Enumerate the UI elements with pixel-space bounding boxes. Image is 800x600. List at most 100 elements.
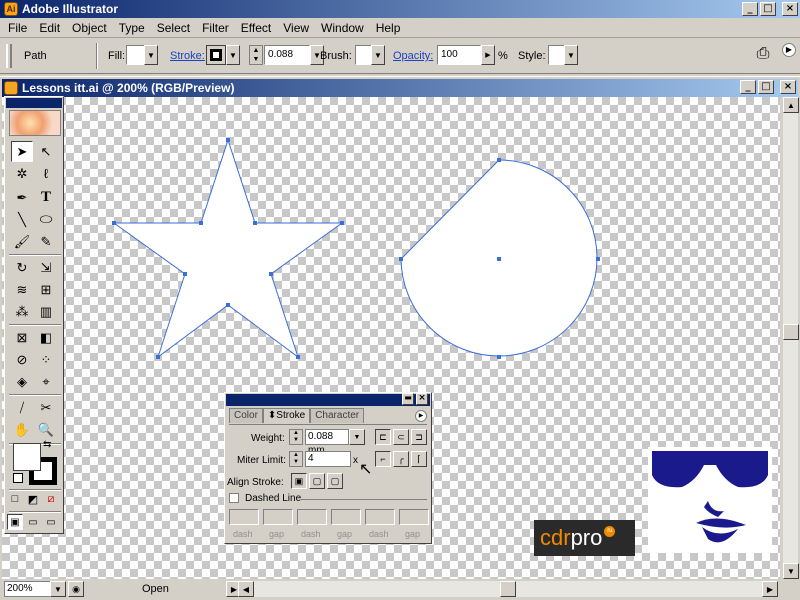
- symbol-sprayer-tool-icon[interactable]: ⁂: [11, 301, 33, 322]
- control-menu-icon[interactable]: ▶: [782, 43, 796, 57]
- scroll-down-icon[interactable]: ▼: [783, 563, 799, 579]
- scroll-left-icon[interactable]: ◀: [238, 581, 254, 597]
- document-setup-icon[interactable]: ⎙: [752, 45, 774, 67]
- mesh-tool-icon[interactable]: ⊠: [11, 327, 33, 348]
- weight-dropdown-icon[interactable]: ▼: [349, 429, 365, 445]
- panel-minimize-icon[interactable]: ▬: [402, 393, 414, 405]
- standard-screen-mode-icon[interactable]: ▣: [7, 514, 23, 530]
- minimize-icon[interactable]: _: [742, 2, 758, 16]
- live-paint-selection-tool-icon[interactable]: ⌖: [35, 371, 57, 392]
- menu-file[interactable]: File: [2, 21, 33, 35]
- gradient-tool-icon[interactable]: ◧: [35, 327, 57, 348]
- menu-window[interactable]: Window: [315, 21, 370, 35]
- panel-menu-icon[interactable]: ▶: [415, 410, 427, 422]
- dash-field-3[interactable]: [365, 509, 395, 525]
- illustrator-flower-logo[interactable]: [9, 110, 61, 136]
- none-mode-icon[interactable]: ⧄: [43, 491, 59, 507]
- menu-type[interactable]: Type: [113, 21, 151, 35]
- gap-field-2[interactable]: [331, 509, 361, 525]
- tab-character[interactable]: Character: [310, 408, 365, 423]
- stroke-panel-header[interactable]: ▬ ×: [226, 393, 430, 406]
- scale-tool-icon[interactable]: ⇲: [35, 257, 57, 278]
- brush-dropdown-icon[interactable]: ▼: [371, 45, 385, 65]
- opacity-field[interactable]: 100: [437, 45, 481, 65]
- dash-field-2[interactable]: [297, 509, 327, 525]
- stroke-dropdown-icon[interactable]: ▼: [226, 45, 240, 65]
- opacity-slider-icon[interactable]: ▶: [481, 45, 495, 65]
- weight-spinner-icon[interactable]: ▲ ▼: [289, 429, 303, 445]
- weight-field[interactable]: 0.088 mm: [305, 429, 349, 456]
- doc-minimize-icon[interactable]: _: [740, 80, 756, 94]
- gradient-mode-icon[interactable]: ◩: [25, 491, 41, 507]
- direct-selection-tool-icon[interactable]: ↖: [35, 141, 57, 162]
- horizontal-scroll-thumb[interactable]: [500, 581, 516, 597]
- align-center-icon[interactable]: ▣: [291, 473, 307, 489]
- round-join-icon[interactable]: ╭: [393, 451, 409, 467]
- stroke-weight-spinner-icon[interactable]: ▲ ▼: [249, 45, 263, 65]
- menu-object[interactable]: Object: [66, 21, 113, 35]
- close-icon[interactable]: ×: [782, 2, 798, 16]
- menu-select[interactable]: Select: [151, 21, 196, 35]
- line-tool-icon[interactable]: ╲: [11, 209, 33, 230]
- menu-edit[interactable]: Edit: [33, 21, 66, 35]
- status-menu-icon[interactable]: ◉: [68, 581, 84, 597]
- graph-tool-icon[interactable]: ▥: [35, 301, 57, 322]
- swap-fill-stroke-icon[interactable]: ⇆: [43, 439, 51, 450]
- default-fill-stroke-icon[interactable]: [13, 473, 23, 483]
- full-screen-menu-mode-icon[interactable]: ▭: [25, 514, 41, 530]
- dash-field-1[interactable]: [229, 509, 259, 525]
- stroke-swatch[interactable]: [206, 45, 226, 65]
- warp-tool-icon[interactable]: ≋: [11, 279, 33, 300]
- gap-field-3[interactable]: [399, 509, 429, 525]
- bevel-join-icon[interactable]: ⌈: [411, 451, 427, 467]
- scissors-tool-icon[interactable]: ✂: [35, 397, 57, 418]
- style-dropdown-icon[interactable]: ▼: [564, 45, 578, 65]
- ellipse-tool-icon[interactable]: ⬭: [35, 209, 57, 230]
- panel-close-icon[interactable]: ×: [416, 393, 428, 405]
- gap-field-1[interactable]: [263, 509, 293, 525]
- eyedropper-tool-icon[interactable]: ⊘: [11, 349, 33, 370]
- miter-join-icon[interactable]: ⌐: [375, 451, 391, 467]
- free-transform-tool-icon[interactable]: ⊞: [35, 279, 57, 300]
- menu-view[interactable]: View: [277, 21, 315, 35]
- blend-tool-icon[interactable]: ⁘: [35, 349, 57, 370]
- zoom-tool-icon[interactable]: 🔍: [35, 419, 57, 440]
- vertical-scrollbar[interactable]: ▲ ▼: [782, 97, 799, 579]
- menu-filter[interactable]: Filter: [196, 21, 235, 35]
- control-bar-grip[interactable]: [6, 44, 12, 68]
- scroll-right-icon[interactable]: ▶: [762, 581, 778, 597]
- full-screen-mode-icon[interactable]: ▭: [43, 514, 59, 530]
- maximize-icon[interactable]: □: [760, 2, 776, 16]
- zoom-dropdown-icon[interactable]: ▼: [50, 581, 66, 597]
- menu-effect[interactable]: Effect: [235, 21, 277, 35]
- magic-wand-tool-icon[interactable]: ✲: [11, 163, 33, 184]
- round-cap-icon[interactable]: ⊂: [393, 429, 409, 445]
- hand-tool-icon[interactable]: ✋: [11, 419, 33, 440]
- pen-tool-icon[interactable]: ✒: [11, 187, 33, 208]
- vertical-scroll-thumb[interactable]: [783, 324, 799, 340]
- slice-tool-icon[interactable]: ⧸: [11, 397, 33, 418]
- fill-dropdown-icon[interactable]: ▼: [144, 45, 158, 65]
- horizontal-scrollbar[interactable]: ◀ ▶: [238, 581, 778, 597]
- menu-help[interactable]: Help: [370, 21, 407, 35]
- selection-tool-icon[interactable]: ➤: [11, 141, 33, 162]
- scroll-up-icon[interactable]: ▲: [783, 97, 799, 113]
- doc-maximize-icon[interactable]: □: [758, 80, 774, 94]
- opacity-link[interactable]: Opacity:: [393, 50, 433, 62]
- miter-limit-field[interactable]: 4: [305, 451, 351, 467]
- butt-cap-icon[interactable]: ⊏: [375, 429, 391, 445]
- tab-color[interactable]: Color: [229, 408, 263, 423]
- tab-stroke[interactable]: ⬍Stroke: [262, 408, 311, 423]
- align-outside-icon[interactable]: ▢: [327, 473, 343, 489]
- dashed-line-checkbox[interactable]: [229, 493, 239, 503]
- zoom-field[interactable]: 200%: [4, 581, 52, 597]
- color-mode-icon[interactable]: □: [7, 491, 23, 507]
- miter-spinner-icon[interactable]: ▲ ▼: [289, 451, 303, 467]
- stroke-link[interactable]: Stroke:: [170, 50, 205, 62]
- align-inside-icon[interactable]: ▢: [309, 473, 325, 489]
- rotate-tool-icon[interactable]: ↻: [11, 257, 33, 278]
- stroke-weight-field[interactable]: 0.088: [264, 45, 310, 65]
- doc-close-icon[interactable]: ×: [780, 80, 796, 94]
- projecting-cap-icon[interactable]: ⊐: [411, 429, 427, 445]
- lasso-tool-icon[interactable]: ℓ: [35, 163, 57, 184]
